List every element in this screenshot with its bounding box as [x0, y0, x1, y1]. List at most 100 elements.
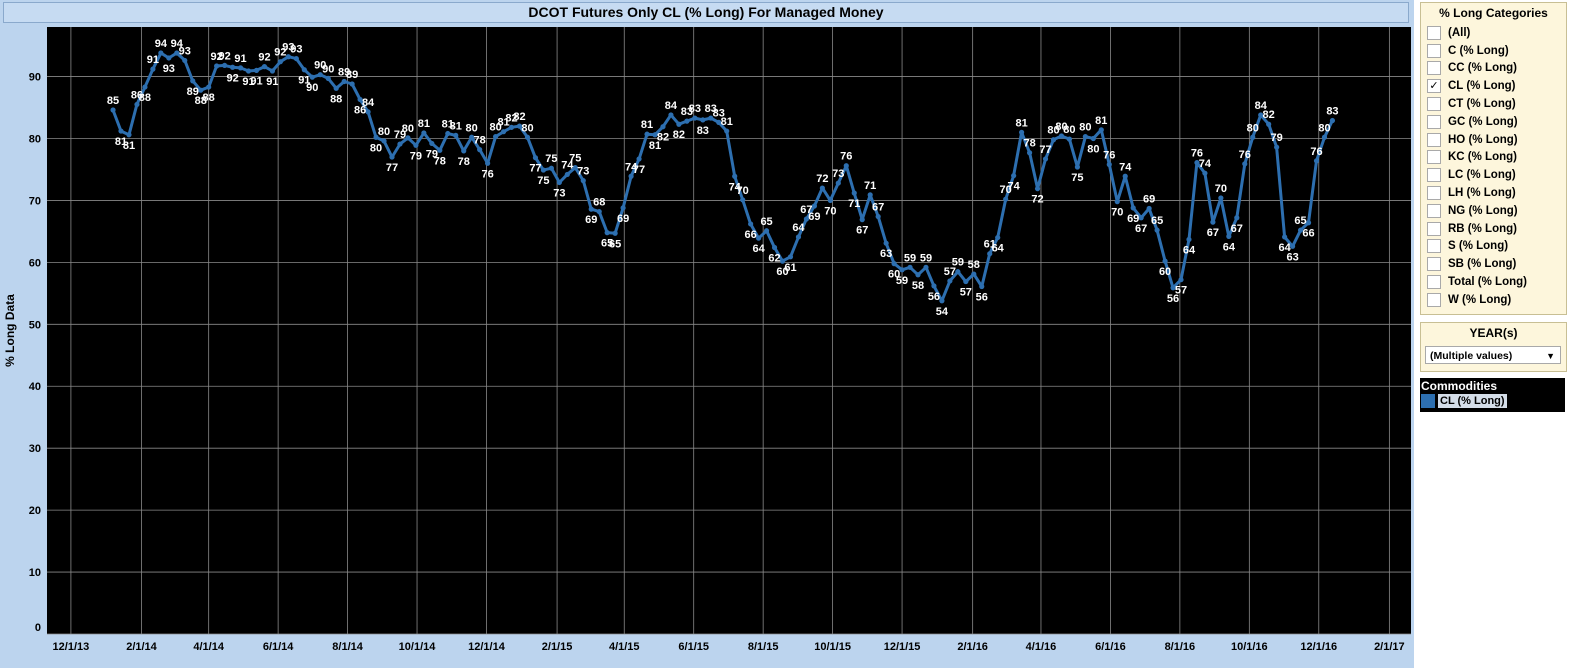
- data-point[interactable]: [963, 278, 969, 285]
- category-option[interactable]: (All): [1421, 24, 1566, 42]
- data-point[interactable]: [899, 267, 905, 273]
- category-checkbox[interactable]: [1427, 150, 1441, 165]
- data-point[interactable]: [564, 171, 570, 178]
- data-point[interactable]: [1138, 215, 1144, 221]
- category-checkbox[interactable]: [1427, 239, 1441, 254]
- category-option[interactable]: RB (% Long): [1421, 220, 1566, 238]
- data-point[interactable]: [676, 121, 682, 127]
- data-point[interactable]: [580, 178, 586, 184]
- data-point[interactable]: [748, 221, 754, 227]
- data-point[interactable]: [1210, 219, 1216, 225]
- data-point[interactable]: [660, 124, 666, 130]
- data-point[interactable]: [979, 283, 985, 290]
- data-point[interactable]: [1098, 127, 1104, 133]
- data-point[interactable]: [206, 84, 212, 90]
- data-point[interactable]: [700, 117, 706, 123]
- data-point[interactable]: [891, 261, 897, 267]
- chevron-down-icon[interactable]: ▼: [1546, 347, 1555, 365]
- data-point[interactable]: [1082, 134, 1088, 140]
- category-option[interactable]: Total (% Long): [1421, 273, 1566, 291]
- data-point[interactable]: [492, 134, 499, 140]
- data-point[interactable]: [867, 192, 873, 198]
- data-point[interactable]: [668, 112, 674, 118]
- data-point[interactable]: [819, 185, 825, 191]
- data-point[interactable]: [269, 68, 276, 74]
- data-point[interactable]: [811, 203, 817, 209]
- data-point[interactable]: [556, 179, 562, 186]
- data-point[interactable]: [971, 271, 977, 277]
- data-point[interactable]: [1066, 136, 1073, 142]
- data-point[interactable]: [182, 57, 188, 64]
- data-point[interactable]: [795, 234, 802, 240]
- category-checkbox[interactable]: [1427, 292, 1441, 307]
- category-option[interactable]: KC (% Long): [1421, 149, 1566, 167]
- data-point[interactable]: [875, 213, 881, 220]
- data-point[interactable]: [740, 197, 746, 203]
- data-point[interactable]: [397, 141, 403, 147]
- data-point[interactable]: [1090, 135, 1096, 142]
- data-point[interactable]: [1266, 121, 1272, 127]
- data-point[interactable]: [1186, 236, 1192, 243]
- data-point[interactable]: [1274, 144, 1280, 150]
- data-point[interactable]: [477, 147, 483, 153]
- data-point[interactable]: [333, 85, 339, 91]
- category-option[interactable]: LC (% Long): [1421, 166, 1566, 184]
- data-point[interactable]: [1026, 150, 1033, 156]
- data-point[interactable]: [1114, 199, 1120, 205]
- data-point[interactable]: [158, 50, 164, 56]
- data-point[interactable]: [612, 230, 618, 236]
- data-point[interactable]: [1130, 205, 1136, 211]
- data-point[interactable]: [548, 165, 554, 171]
- category-checkbox[interactable]: ✓: [1427, 79, 1441, 94]
- data-point[interactable]: [413, 142, 419, 148]
- data-point[interactable]: [620, 205, 626, 211]
- data-point[interactable]: [253, 67, 260, 73]
- data-point[interactable]: [1019, 129, 1025, 135]
- category-checkbox[interactable]: [1427, 97, 1441, 112]
- data-point[interactable]: [301, 67, 307, 73]
- data-point[interactable]: [1329, 117, 1336, 124]
- data-point[interactable]: [500, 129, 507, 135]
- data-point[interactable]: [524, 134, 531, 140]
- category-option[interactable]: NG (% Long): [1421, 202, 1566, 220]
- data-point[interactable]: [325, 75, 331, 82]
- data-point[interactable]: [229, 64, 236, 70]
- data-point[interactable]: [1202, 170, 1208, 176]
- category-option[interactable]: LH (% Long): [1421, 184, 1566, 202]
- data-point[interactable]: [214, 63, 220, 69]
- data-point[interactable]: [222, 62, 228, 69]
- category-option[interactable]: SB (% Long): [1421, 255, 1566, 273]
- data-point[interactable]: [1218, 195, 1224, 201]
- data-point[interactable]: [405, 135, 411, 141]
- year-dropdown[interactable]: (Multiple values) ▼: [1425, 346, 1561, 364]
- data-point[interactable]: [1282, 234, 1288, 240]
- category-checkbox[interactable]: [1427, 43, 1441, 58]
- category-checkbox[interactable]: [1427, 203, 1441, 218]
- data-point[interactable]: [126, 132, 132, 138]
- category-checkbox[interactable]: [1427, 61, 1441, 76]
- data-point[interactable]: [365, 109, 371, 115]
- data-point[interactable]: [237, 65, 244, 71]
- data-point[interactable]: [1074, 164, 1081, 170]
- data-point[interactable]: [1011, 173, 1017, 179]
- category-checkbox[interactable]: [1427, 132, 1441, 147]
- category-option[interactable]: GC (% Long): [1421, 113, 1566, 131]
- data-point[interactable]: [110, 107, 116, 113]
- data-point[interactable]: [349, 81, 355, 87]
- data-point[interactable]: [1146, 205, 1152, 212]
- data-point[interactable]: [931, 283, 937, 289]
- data-point[interactable]: [724, 128, 730, 134]
- data-point[interactable]: [166, 55, 172, 61]
- data-point[interactable]: [150, 66, 156, 72]
- data-point[interactable]: [756, 235, 762, 241]
- data-point[interactable]: [1178, 277, 1184, 283]
- category-option[interactable]: CT (% Long): [1421, 95, 1566, 113]
- data-point[interactable]: [596, 208, 602, 215]
- data-point[interactable]: [1050, 137, 1057, 143]
- data-point[interactable]: [1242, 161, 1248, 167]
- category-checkbox[interactable]: [1427, 186, 1441, 201]
- data-point[interactable]: [851, 190, 857, 196]
- data-point[interactable]: [995, 234, 1001, 241]
- data-point[interactable]: [142, 84, 148, 90]
- data-point[interactable]: [1305, 220, 1312, 226]
